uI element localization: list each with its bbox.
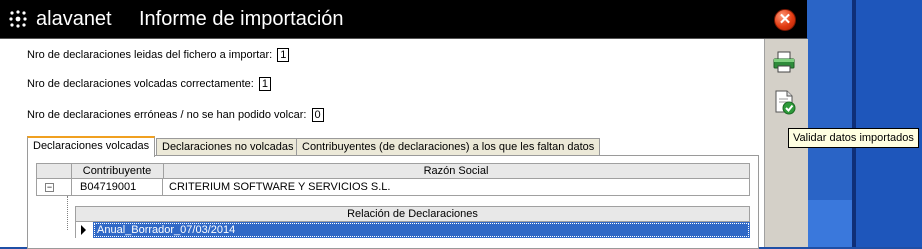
stat-ok: Nro de declaraciones volcadas correctame… [27, 77, 272, 91]
column-header-contribuyente[interactable]: Contribuyente [71, 164, 164, 178]
collapse-icon[interactable]: − [45, 183, 54, 192]
cell-contribuyente: B04719001 [71, 179, 163, 195]
printer-icon[interactable] [771, 49, 797, 75]
stat-ok-value: 1 [258, 77, 272, 91]
grid-header: Contribuyente Razón Social [36, 163, 750, 179]
desktop-highlight [807, 200, 852, 247]
selected-declaration-cell[interactable]: Anual_Borrador_07/03/2014 [93, 222, 750, 238]
expander-column-header [37, 164, 72, 178]
stat-errors-label: Nro de declaraciones erróneas / no se ha… [27, 109, 307, 121]
sub-table-row[interactable]: Anual_Borrador_07/03/2014 [75, 222, 750, 238]
import-report-window: alavanet Informe de importación ✕ Nro de… [0, 0, 808, 249]
desktop-background [807, 0, 922, 247]
stat-errors: Nro de declaraciones erróneas / no se ha… [27, 108, 324, 122]
stat-read-label: Nro de declaraciones leidas del fichero … [27, 49, 273, 61]
report-content: Nro de declaraciones leidas del fichero … [0, 39, 764, 249]
close-icon: ✕ [778, 11, 792, 28]
title-bar[interactable]: alavanet Informe de importación ✕ [0, 0, 807, 39]
tooltip-validar: Validar datos importados [788, 128, 919, 148]
alavanet-logo-icon [9, 10, 27, 28]
current-row-arrow-icon [81, 225, 86, 235]
validate-document-icon[interactable] [771, 89, 797, 115]
tab-declaraciones-no-volcadas[interactable]: Declaraciones no volcadas [156, 138, 300, 155]
desktop-panel [856, 0, 922, 247]
table-row[interactable]: − B04719001 CRITERIUM SOFTWARE Y SERVICI… [36, 179, 750, 196]
stat-read-value: 1 [277, 48, 290, 62]
tree-connector [67, 196, 69, 230]
tab-panel: Contribuyente Razón Social − B04719001 C… [27, 155, 759, 249]
stat-read: Nro de declaraciones leidas del fichero … [27, 48, 290, 62]
stat-ok-label: Nro de declaraciones volcadas correctame… [27, 78, 254, 90]
tab-contribuyentes-faltan-datos[interactable]: Contribuyentes (de declaraciones) a los … [296, 138, 601, 155]
window-title: Informe de importación [139, 8, 344, 30]
stat-errors-value: 0 [311, 108, 324, 122]
close-button[interactable]: ✕ [774, 9, 796, 31]
column-header-razon-social[interactable]: Razón Social [163, 164, 749, 178]
cell-razon-social: CRITERIUM SOFTWARE Y SERVICIOS S.L. [169, 181, 391, 193]
tab-declaraciones-volcadas[interactable]: Declaraciones volcadas [27, 136, 156, 157]
row-indicator [75, 222, 93, 238]
sub-grid-header: Relación de Declaraciones [75, 206, 750, 222]
logo-text: alavanet [36, 8, 112, 30]
